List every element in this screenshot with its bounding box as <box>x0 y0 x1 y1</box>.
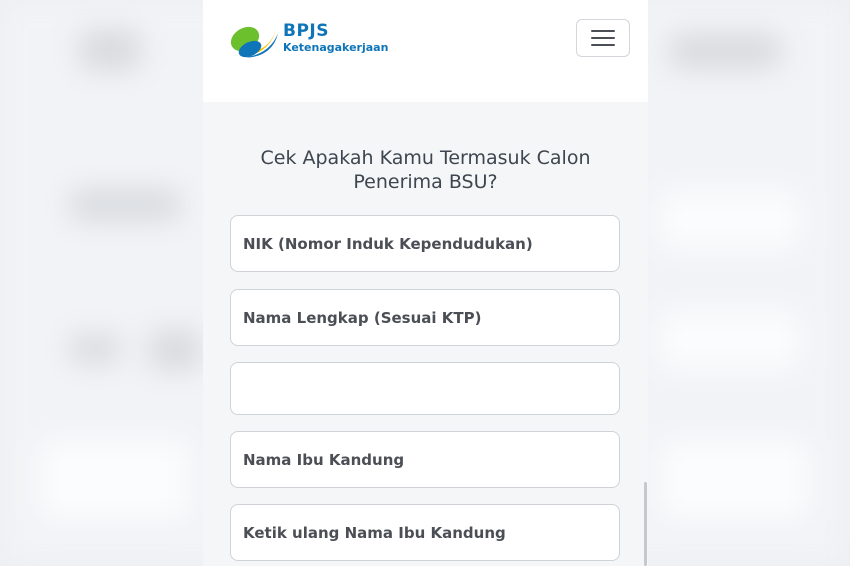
blank-input[interactable] <box>230 362 620 415</box>
navbar: BPJS Ketenagakerjaan <box>203 0 648 102</box>
logo-title: BPJS <box>283 21 329 41</box>
hamburger-menu-icon <box>591 44 615 46</box>
background-blur-card <box>660 310 800 370</box>
mother-name-input[interactable] <box>230 431 620 488</box>
bpjs-leaf-icon <box>230 26 278 58</box>
background-blur-card <box>660 190 800 250</box>
menu-toggle-button[interactable] <box>576 19 630 57</box>
confirm-mother-name-input[interactable] <box>230 504 620 561</box>
bpjs-logo[interactable]: BPJS Ketenagakerjaan <box>229 16 409 60</box>
hamburger-menu-icon <box>591 37 615 39</box>
background-blur-card <box>660 440 810 520</box>
background-blur-shape <box>70 190 180 220</box>
logo-subtitle: Ketenagakerjaan <box>283 41 389 54</box>
hamburger-menu-icon <box>591 30 615 32</box>
form-title: Cek Apakah Kamu Termasuk Calon Penerima … <box>260 147 591 193</box>
background-blur-shape <box>70 335 120 363</box>
full-name-input[interactable] <box>230 289 620 346</box>
scrollbar[interactable] <box>644 482 647 566</box>
background-blur-card <box>40 440 190 520</box>
background-blur-shape <box>80 30 140 70</box>
nik-input[interactable] <box>230 215 620 272</box>
background-blur-shape <box>670 34 780 68</box>
mobile-page: BPJS Ketenagakerjaan Cek Apakah Kamu Ter… <box>203 0 648 566</box>
background-blur-shape <box>150 330 200 370</box>
